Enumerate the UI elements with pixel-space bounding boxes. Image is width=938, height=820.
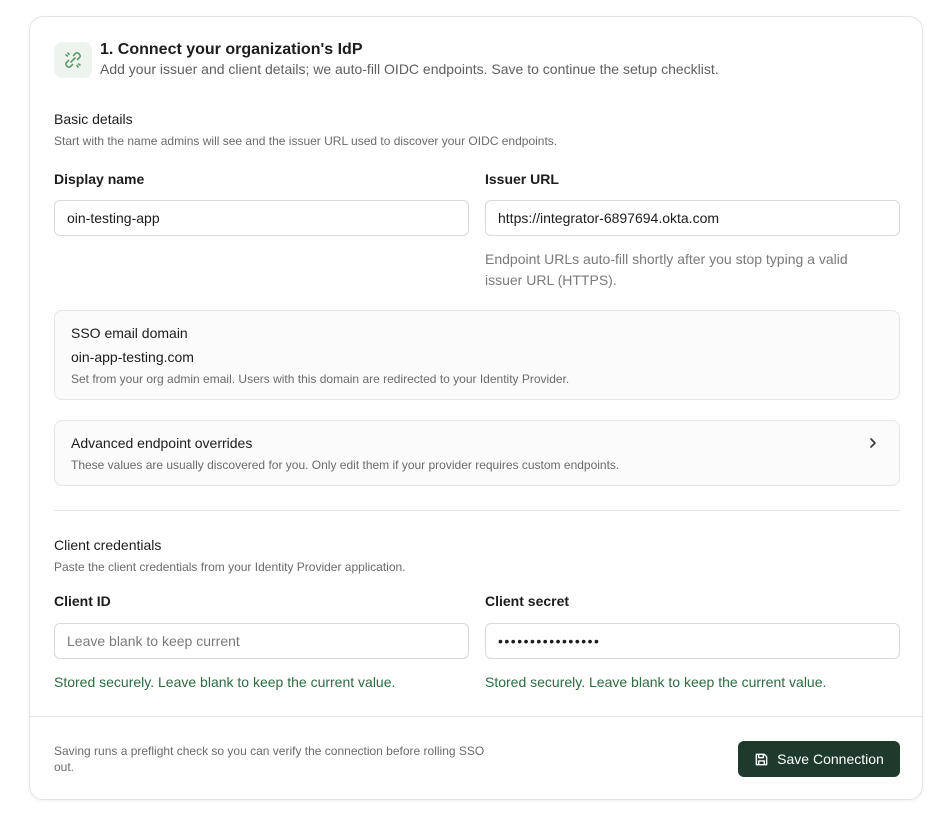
footer-note: Saving runs a preflight check so you can… <box>54 744 485 774</box>
plug-link-icon <box>54 42 92 78</box>
save-connection-label: Save Connection <box>777 751 884 767</box>
sso-domain-panel: SSO email domain oin-app-testing.com Set… <box>54 310 900 400</box>
client-id-status: Stored securely. Leave blank to keep the… <box>54 674 396 690</box>
client-secret-status: Stored securely. Leave blank to keep the… <box>485 674 827 690</box>
issuer-url-hint: Endpoint URLs auto-fill shortly after yo… <box>485 251 848 288</box>
sso-domain-value: oin-app-testing.com <box>71 349 194 365</box>
client-credentials-description: Paste the client credentials from your I… <box>54 560 406 574</box>
advanced-overrides-title: Advanced endpoint overrides <box>71 435 253 451</box>
basic-details-title: Basic details <box>54 111 133 127</box>
save-connection-button[interactable]: Save Connection <box>738 741 900 777</box>
display-name-label: Display name <box>54 171 145 187</box>
sso-domain-description: Set from your org admin email. Users wit… <box>71 372 570 386</box>
client-credentials-title: Client credentials <box>54 537 162 553</box>
advanced-overrides-description: These values are usually discovered for … <box>71 458 620 472</box>
chevron-right-icon[interactable] <box>865 435 881 451</box>
section-divider <box>54 510 900 511</box>
display-name-input[interactable] <box>54 200 469 236</box>
page-title: 1. Connect your organization's IdP <box>100 41 363 58</box>
basic-details-description: Start with the name admins will see and … <box>54 134 558 148</box>
client-secret-label: Client secret <box>485 593 570 609</box>
issuer-url-label: Issuer URL <box>485 171 559 187</box>
sso-domain-title: SSO email domain <box>71 325 188 341</box>
client-id-input[interactable] <box>54 623 469 659</box>
advanced-overrides-toggle[interactable]: Advanced endpoint overrides These values… <box>54 420 900 486</box>
page-subtitle: Add your issuer and client details; we a… <box>100 61 719 77</box>
client-secret-input[interactable] <box>485 623 900 659</box>
client-id-label: Client ID <box>54 593 111 609</box>
idp-connection-card: 1. Connect your organization's IdP Add y… <box>29 16 923 800</box>
footer-divider <box>30 716 922 717</box>
floppy-disk-icon <box>754 752 769 767</box>
issuer-url-input[interactable] <box>485 200 900 236</box>
